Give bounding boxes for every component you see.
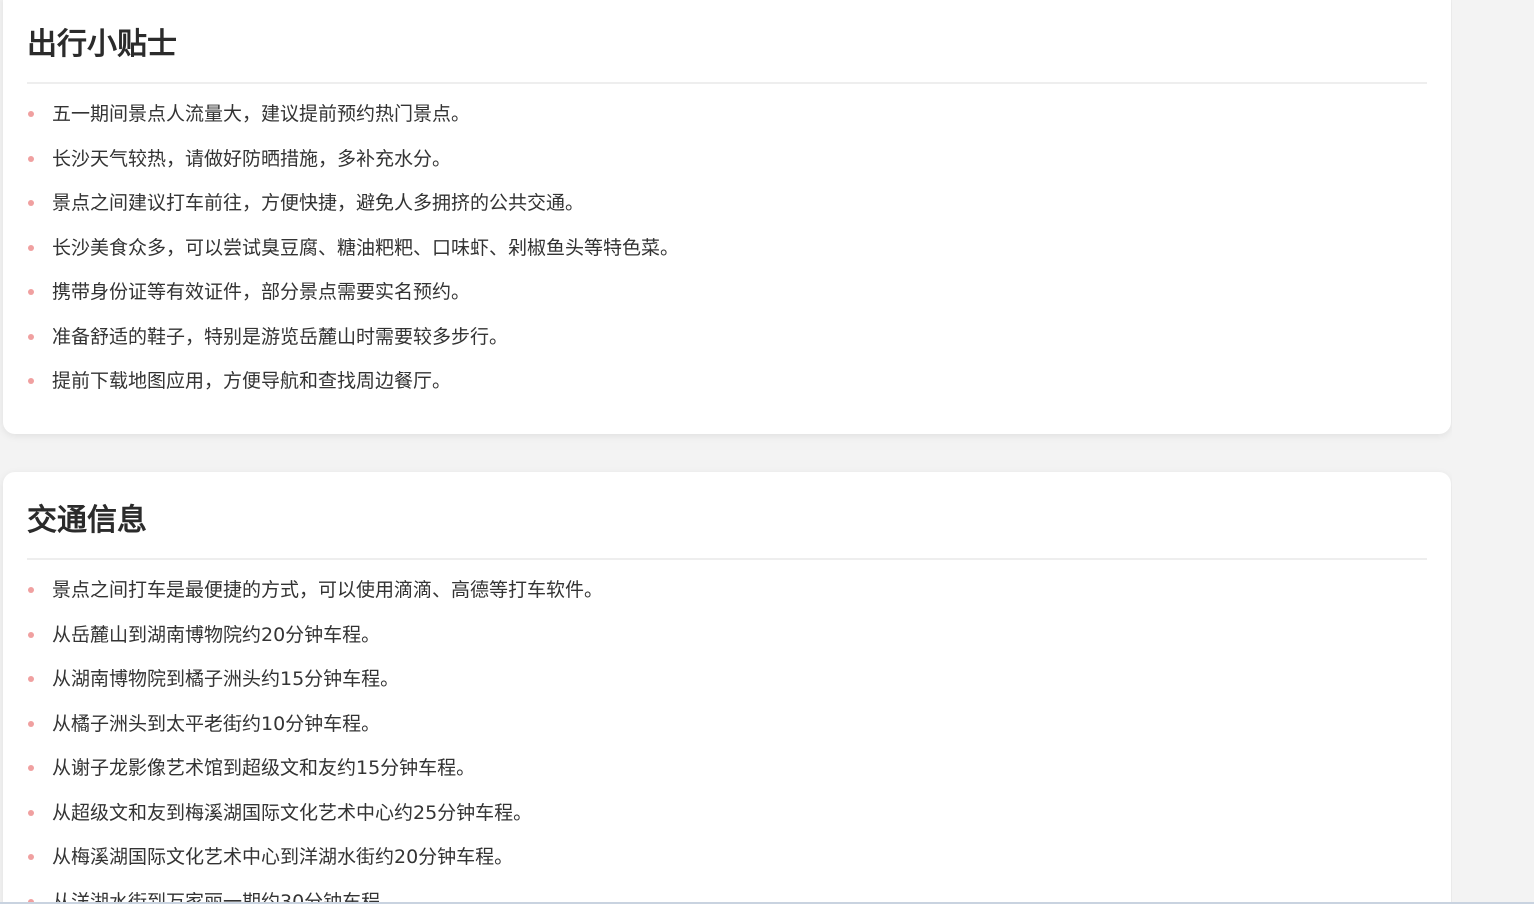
bullet-dot-icon xyxy=(28,289,34,295)
list-item: 长沙美食众多，可以尝试臭豆腐、糖油粑粑、口味虾、剁椒鱼头等特色菜。 xyxy=(27,234,679,279)
bullet-dot-icon xyxy=(28,809,34,816)
traffic-info-title: 交通信息 xyxy=(27,492,1427,560)
traffic-info-card: 交通信息 景点之间打车是最便捷的方式，可以使用滴滴、高德等打车软件。 从岳麓山到… xyxy=(3,472,1451,904)
bullet-dot-icon xyxy=(28,378,34,384)
bullet-dot-icon xyxy=(28,631,34,638)
list-item: 从岳麓山到湖南博物院约20分钟车程。 xyxy=(27,621,603,666)
traffic-info-list: 景点之间打车是最便捷的方式，可以使用滴滴、高德等打车软件。 从岳麓山到湖南博物院… xyxy=(27,576,603,904)
list-item: 从梅溪湖国际文化艺术中心到洋湖水街约20分钟车程。 xyxy=(27,843,603,888)
list-item: 五一期间景点人流量大，建议提前预约热门景点。 xyxy=(27,100,679,145)
travel-tips-list: 五一期间景点人流量大，建议提前预约热门景点。 长沙天气较热，请做好防晒措施，多补… xyxy=(27,100,679,412)
list-item: 长沙天气较热，请做好防晒措施，多补充水分。 xyxy=(27,145,679,190)
list-item: 从谢子龙影像艺术馆到超级文和友约15分钟车程。 xyxy=(27,754,603,799)
bullet-dot-icon xyxy=(28,244,34,251)
bullet-dot-icon xyxy=(28,111,34,117)
list-item: 景点之间打车是最便捷的方式，可以使用滴滴、高德等打车软件。 xyxy=(27,576,603,621)
bullet-dot-icon xyxy=(28,200,34,206)
travel-tips-card: 出行小贴士 五一期间景点人流量大，建议提前预约热门景点。 长沙天气较热，请做好防… xyxy=(3,0,1451,434)
travel-tips-title: 出行小贴士 xyxy=(27,16,1427,84)
bullet-dot-icon xyxy=(28,587,34,593)
bullet-dot-icon xyxy=(28,854,34,860)
list-item: 携带身份证等有效证件，部分景点需要实名预约。 xyxy=(27,278,679,323)
bullet-dot-icon xyxy=(28,765,34,771)
bullet-dot-icon xyxy=(28,720,34,727)
bullet-dot-icon xyxy=(28,155,34,162)
page-background-gutter xyxy=(1452,0,1534,904)
list-item: 从橘子洲头到太平老街约10分钟车程。 xyxy=(27,710,603,755)
bullet-dot-icon xyxy=(28,333,34,340)
list-item: 准备舒适的鞋子，特别是游览岳麓山时需要较多步行。 xyxy=(27,323,679,368)
list-item: 从湖南博物院到橘子洲头约15分钟车程。 xyxy=(27,665,603,710)
list-item: 提前下载地图应用，方便导航和查找周边餐厅。 xyxy=(27,367,679,412)
list-item: 景点之间建议打车前往，方便快捷，避免人多拥挤的公共交通。 xyxy=(27,189,679,234)
list-item: 从超级文和友到梅溪湖国际文化艺术中心约25分钟车程。 xyxy=(27,799,603,844)
page: 出行小贴士 五一期间景点人流量大，建议提前预约热门景点。 长沙天气较热，请做好防… xyxy=(0,0,1534,904)
bullet-dot-icon xyxy=(28,676,34,682)
